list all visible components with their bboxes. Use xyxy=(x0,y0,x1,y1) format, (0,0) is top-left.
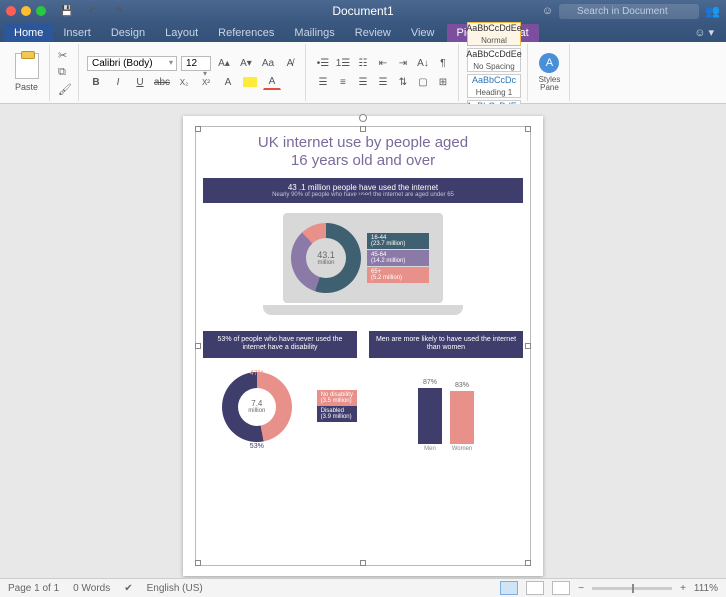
tab-layout[interactable]: Layout xyxy=(155,24,208,42)
callout-disability: 53% of people who have never used the in… xyxy=(203,331,357,358)
styles-pane-group: A Styles Pane xyxy=(530,44,570,101)
tab-references[interactable]: References xyxy=(208,24,284,42)
resize-handle[interactable] xyxy=(525,560,531,566)
feedback-icon[interactable]: ☺ ▾ xyxy=(686,23,722,42)
subscript-button[interactable]: X₂ xyxy=(175,74,193,90)
save-icon[interactable]: 💾 xyxy=(58,3,76,19)
resize-handle[interactable] xyxy=(525,126,531,132)
multilevel-icon[interactable]: ☷ xyxy=(354,55,372,71)
indent-right-icon[interactable]: ⇥ xyxy=(394,55,412,71)
zoom-in-icon[interactable]: + xyxy=(680,583,686,594)
shrink-font-icon[interactable]: A▾ xyxy=(237,55,255,71)
callout-gender: Men are more likely to have used the int… xyxy=(369,331,523,358)
donut-chart-disability: 47% 7.4million 53% xyxy=(222,372,292,442)
resize-handle[interactable] xyxy=(195,343,201,349)
line-spacing-icon[interactable]: ⇅ xyxy=(394,74,412,90)
donut-chart-age: 43.1million xyxy=(291,223,361,293)
align-right-icon[interactable]: ☰ xyxy=(354,74,372,90)
quick-access-toolbar: 💾 ↶ ↷ xyxy=(58,3,128,19)
resize-handle[interactable] xyxy=(195,560,201,566)
cut-icon[interactable]: ✂ xyxy=(58,49,72,62)
page: UK internet use by people aged 16 years … xyxy=(183,116,543,576)
clipboard-mini: ✂ ⧉ 🖌 xyxy=(52,44,79,101)
font-name-select[interactable]: Calibri (Body) xyxy=(87,56,177,71)
titlebar: 💾 ↶ ↷ Document1 ☺ 👥 xyxy=(0,0,726,22)
sort-icon[interactable]: A↓ xyxy=(414,55,432,71)
redo-icon[interactable]: ↷ xyxy=(110,3,128,19)
font-color-icon[interactable]: A xyxy=(263,74,281,90)
zoom-out-icon[interactable]: − xyxy=(578,583,584,594)
clear-format-icon[interactable]: A̸ xyxy=(281,55,299,71)
paste-icon[interactable] xyxy=(15,53,39,79)
status-bar: Page 1 of 1 0 Words ✔ English (US) − + 1… xyxy=(0,578,726,597)
styles-group: AaBbCcDdEe Normal AaBbCcDdEe No Spacing … xyxy=(461,44,528,101)
resize-handle[interactable] xyxy=(360,126,366,132)
word-count[interactable]: 0 Words xyxy=(73,583,110,594)
bullets-icon[interactable]: •☰ xyxy=(314,55,332,71)
strikethrough-button[interactable]: abc xyxy=(153,74,171,90)
document-canvas[interactable]: UK internet use by people aged 16 years … xyxy=(0,104,726,578)
copy-icon[interactable]: ⧉ xyxy=(58,66,72,79)
styles-pane-button[interactable]: Styles Pane xyxy=(536,76,563,92)
smiley-icon[interactable]: ☺ xyxy=(542,5,553,17)
tab-insert[interactable]: Insert xyxy=(53,24,101,42)
show-marks-icon[interactable]: ¶ xyxy=(434,55,452,71)
highlight-icon[interactable] xyxy=(241,74,259,90)
paste-button[interactable]: Paste xyxy=(15,82,38,92)
underline-button[interactable]: U xyxy=(131,74,149,90)
rotate-handle[interactable] xyxy=(359,114,367,122)
tab-design[interactable]: Design xyxy=(101,24,155,42)
ribbon-tabs: Home Insert Design Layout References Mai… xyxy=(0,22,726,42)
shading-icon[interactable]: ▢ xyxy=(414,74,432,90)
zoom-slider[interactable] xyxy=(592,587,672,590)
bold-button[interactable]: B xyxy=(87,74,105,90)
style-heading-1[interactable]: AaBbCcDc Heading 1 xyxy=(467,74,521,98)
print-layout-view[interactable] xyxy=(500,581,518,595)
outline-view[interactable] xyxy=(552,581,570,595)
laptop-graphic: 43.1million 16-44(23.7 million) 45-64(14… xyxy=(263,213,463,323)
ribbon: Paste ✂ ⧉ 🖌 Calibri (Body) 12 A▴ A▾ Aa A… xyxy=(0,42,726,104)
grow-font-icon[interactable]: A▴ xyxy=(215,55,233,71)
font-size-select[interactable]: 12 xyxy=(181,56,211,71)
clipboard-group: Paste xyxy=(4,44,50,101)
indent-left-icon[interactable]: ⇤ xyxy=(374,55,392,71)
legend-age: 16-44(23.7 million) 45-64(14.2 million) … xyxy=(367,233,429,283)
tab-view[interactable]: View xyxy=(401,24,445,42)
style-normal[interactable]: AaBbCcDdEe Normal xyxy=(467,22,521,46)
language-indicator[interactable]: English (US) xyxy=(147,583,203,594)
undo-icon[interactable]: ↶ xyxy=(84,3,102,19)
borders-icon[interactable]: ⊞ xyxy=(434,74,452,90)
search-input[interactable] xyxy=(559,4,699,19)
tab-mailings[interactable]: Mailings xyxy=(284,24,344,42)
change-case-icon[interactable]: Aa xyxy=(259,55,277,71)
align-center-icon[interactable]: ≡ xyxy=(334,74,352,90)
spell-check-icon[interactable]: ✔ xyxy=(124,583,132,594)
font-group: Calibri (Body) 12 A▴ A▾ Aa A̸ B I U abc … xyxy=(81,44,306,101)
style-no-spacing[interactable]: AaBbCcDdEe No Spacing xyxy=(467,48,521,72)
format-painter-icon[interactable]: 🖌 xyxy=(58,83,72,96)
resize-handle[interactable] xyxy=(360,560,366,566)
close-icon[interactable] xyxy=(6,6,16,16)
align-left-icon[interactable]: ☰ xyxy=(314,74,332,90)
numbering-icon[interactable]: 1☰ xyxy=(334,55,352,71)
web-layout-view[interactable] xyxy=(526,581,544,595)
resize-handle[interactable] xyxy=(525,343,531,349)
italic-button[interactable]: I xyxy=(109,74,127,90)
share-icon[interactable]: 👥 xyxy=(705,4,720,18)
zoom-icon[interactable] xyxy=(36,6,46,16)
minimize-icon[interactable] xyxy=(21,6,31,16)
resize-handle[interactable] xyxy=(195,126,201,132)
justify-icon[interactable]: ☰ xyxy=(374,74,392,90)
document-title: Document1 xyxy=(332,4,393,18)
page-indicator[interactable]: Page 1 of 1 xyxy=(8,583,59,594)
styles-pane-icon[interactable]: A xyxy=(539,53,559,73)
tab-review[interactable]: Review xyxy=(345,24,401,42)
text-effects-icon[interactable]: A xyxy=(219,74,237,90)
tab-home[interactable]: Home xyxy=(4,24,53,42)
paragraph-group: •☰ 1☰ ☷ ⇤ ⇥ A↓ ¶ ☰ ≡ ☰ ☰ ⇅ ▢ ⊞ xyxy=(308,44,459,101)
zoom-level[interactable]: 111% xyxy=(694,583,718,594)
callout-main: 43 .1 million people have used the inter… xyxy=(203,178,523,203)
window-controls xyxy=(6,6,46,16)
